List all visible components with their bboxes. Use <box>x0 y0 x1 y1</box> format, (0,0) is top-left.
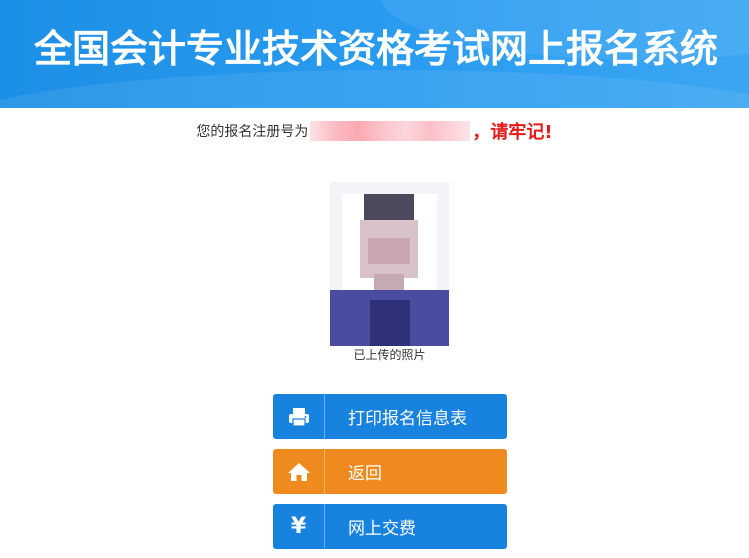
system-title: 全国会计专业技术资格考试网上报名系统 <box>34 27 719 71</box>
header-decoration <box>0 70 749 108</box>
yen-glyph: ¥ <box>290 514 307 539</box>
payment-button-label: 网上交费 <box>348 519 416 539</box>
remember-warning: ，请牢记! <box>472 122 553 143</box>
registration-number-redacted <box>310 121 471 141</box>
page-header: 全国会计专业技术资格考试网上报名系统 <box>0 0 749 108</box>
return-button-label: 返回 <box>348 464 382 484</box>
home-icon <box>273 449 325 494</box>
registration-number-label: 您的报名注册号为 <box>196 124 309 140</box>
yen-icon: ¥ <box>273 504 325 549</box>
registration-notice: 您的报名注册号为 ，请牢记! <box>0 118 749 144</box>
print-button-label: 打印报名信息表 <box>348 409 467 429</box>
photo-caption: 已上传的照片 <box>353 348 426 362</box>
uploaded-photo <box>330 182 449 346</box>
online-payment-button[interactable]: ¥ 网上交费 <box>273 504 507 549</box>
print-registration-form-button[interactable]: 打印报名信息表 <box>273 394 507 439</box>
printer-icon <box>273 394 325 439</box>
return-button[interactable]: 返回 <box>273 449 507 494</box>
